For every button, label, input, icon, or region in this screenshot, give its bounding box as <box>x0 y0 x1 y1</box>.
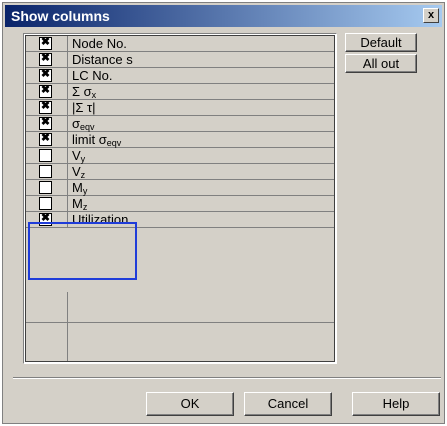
column-label-text: M <box>72 180 83 195</box>
checked-checkbox[interactable]: ✖ <box>39 116 52 130</box>
all-out-button[interactable]: All out <box>345 54 417 73</box>
column-row[interactable]: ✖ Distance s <box>26 52 334 68</box>
column-row[interactable]: Vy <box>26 148 334 164</box>
checkbox-cell <box>26 164 68 179</box>
column-label-subscript: eqv <box>80 122 95 132</box>
column-row[interactable]: ✖ σeqv <box>26 116 334 132</box>
checked-checkbox[interactable]: ✖ <box>39 36 52 50</box>
unchecked-checkbox[interactable] <box>39 197 52 210</box>
checkbox-cell: ✖ <box>26 68 68 83</box>
check-mark-icon: ✖ <box>40 212 51 224</box>
ok-button[interactable]: OK <box>146 392 234 416</box>
column-label-subscript: z <box>82 202 88 212</box>
columns-grid-body: ✖ Node No. ✖ Distance s ✖ LC No. ✖ Σ σx ✖ |Σ τ| ✖ σ… <box>25 35 335 362</box>
column-row[interactable]: My <box>26 180 334 196</box>
grid-empty-row-line <box>26 322 334 323</box>
checked-checkbox[interactable]: ✖ <box>39 212 52 226</box>
column-label-text: LC No. <box>72 68 113 83</box>
column-label-text: M <box>72 196 83 211</box>
column-label: LC No. <box>72 68 112 83</box>
column-label: Distance s <box>72 52 133 67</box>
column-label-subscript: z <box>80 170 86 180</box>
check-mark-icon: ✖ <box>40 68 51 80</box>
checked-checkbox[interactable]: ✖ <box>39 84 52 98</box>
checked-checkbox[interactable]: ✖ <box>39 100 52 114</box>
checkbox-cell <box>26 148 68 163</box>
help-button[interactable]: Help <box>352 392 440 416</box>
checkbox-cell: ✖ <box>26 212 68 227</box>
unchecked-checkbox[interactable] <box>39 181 52 194</box>
column-label: Utilization <box>72 212 128 227</box>
column-row[interactable]: ✖ |Σ τ| <box>26 100 334 116</box>
checked-checkbox[interactable]: ✖ <box>39 52 52 66</box>
check-mark-icon: ✖ <box>40 36 51 48</box>
column-label-subscript: y <box>82 186 88 196</box>
checked-checkbox[interactable]: ✖ <box>39 132 52 146</box>
checkbox-cell <box>26 180 68 195</box>
grid-empty-checkbox-column <box>26 292 68 361</box>
show-columns-dialog: Show columns x ✖ Node No. ✖ Distance s ✖ LC N… <box>2 2 445 424</box>
checkbox-cell: ✖ <box>26 132 68 147</box>
checkbox-cell: ✖ <box>26 116 68 131</box>
check-mark-icon: ✖ <box>40 132 51 144</box>
column-row[interactable]: ✖ limit σeqv <box>26 132 334 148</box>
check-mark-icon: ✖ <box>40 116 51 128</box>
column-label-subscript: y <box>80 154 86 164</box>
checkbox-cell: ✖ <box>26 100 68 115</box>
columns-grid: ✖ Node No. ✖ Distance s ✖ LC No. ✖ Σ σx ✖ |Σ τ| ✖ σ… <box>23 33 337 364</box>
column-row[interactable]: Vz <box>26 164 334 180</box>
cancel-button[interactable]: Cancel <box>244 392 332 416</box>
column-row[interactable]: Mz <box>26 196 334 212</box>
checkbox-cell <box>26 196 68 211</box>
check-mark-icon: ✖ <box>40 100 51 112</box>
check-mark-icon: ✖ <box>40 84 51 96</box>
checkbox-cell: ✖ <box>26 84 68 99</box>
unchecked-checkbox[interactable] <box>39 149 52 162</box>
column-label-subscript: eqv <box>106 138 122 148</box>
close-button[interactable]: x <box>423 8 439 23</box>
column-label-text: Distance s <box>72 52 133 67</box>
dialog-title: Show columns <box>11 8 110 24</box>
default-button[interactable]: Default <box>345 33 417 52</box>
grid-empty-area <box>26 292 334 361</box>
column-label: |Σ τ| <box>72 100 96 115</box>
column-label-text: V <box>72 164 81 179</box>
column-row[interactable]: ✖ Σ σx <box>26 84 334 100</box>
check-mark-icon: ✖ <box>40 52 51 64</box>
title-bar: Show columns x <box>5 5 442 27</box>
column-label-text: σ <box>72 116 81 131</box>
column-row[interactable]: ✖ LC No. <box>26 68 334 84</box>
column-row[interactable]: ✖ Utilization <box>26 212 334 228</box>
column-label-text: |Σ τ| <box>72 100 96 115</box>
column-label-text: V <box>72 148 81 163</box>
checked-checkbox[interactable]: ✖ <box>39 68 52 82</box>
checkbox-cell: ✖ <box>26 52 68 67</box>
column-label: Node No. <box>72 36 127 51</box>
column-label-text: Σ σ <box>72 84 92 99</box>
separator-line-highlight <box>13 378 441 379</box>
column-label-text: Node No. <box>72 36 127 51</box>
column-label-subscript: x <box>91 90 97 100</box>
unchecked-checkbox[interactable] <box>39 165 52 178</box>
column-label-text: Utilization <box>72 212 129 227</box>
column-row[interactable]: ✖ Node No. <box>26 36 334 52</box>
column-label-text: limit σ <box>72 132 107 147</box>
checkbox-cell: ✖ <box>26 36 68 51</box>
